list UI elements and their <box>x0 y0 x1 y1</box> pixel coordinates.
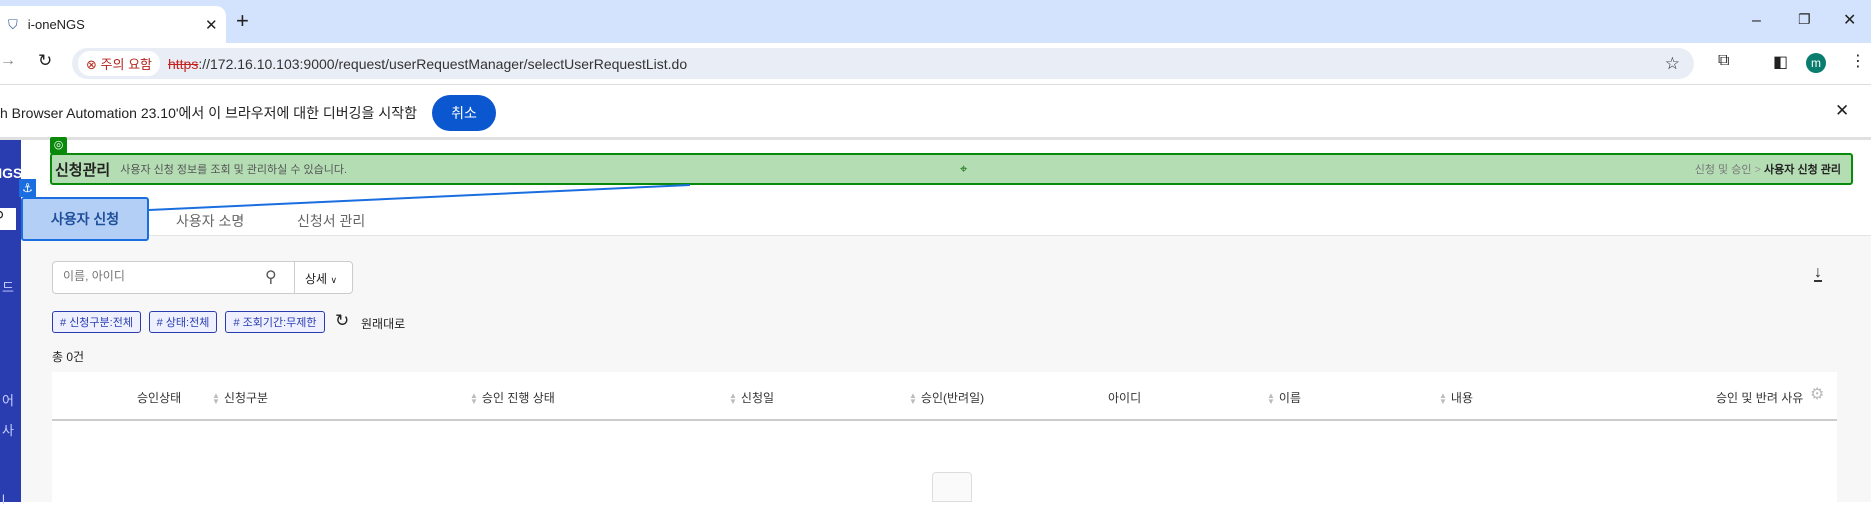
empty-inbox-icon <box>932 472 972 502</box>
table-header: 승인상태 ▲ ▼ 신청구분 ▲ ▼ 승인 진행 상태 ▲ ▼ 신청일 ▲ ▼ 승인(반려일) 아… <box>52 372 1837 421</box>
search-icon[interactable]: ⚲ <box>265 267 277 287</box>
tab-form-management[interactable]: 신청서 관리 <box>297 211 365 231</box>
search-input[interactable] <box>63 269 263 283</box>
column-settings-gear-icon[interactable]: ⚙ <box>1810 384 1824 404</box>
sort-icon: ▲ ▼ <box>1439 390 1447 406</box>
col-request-type[interactable]: ▲ ▼ 신청구분 <box>212 389 268 406</box>
col-progress-status[interactable]: ▲ ▼ 승인 진행 상태 <box>470 389 555 406</box>
tab-user-explanation[interactable]: 사용자 소명 <box>176 211 244 231</box>
filter-tag-status[interactable]: # 상태:전체 <box>149 311 217 333</box>
filter-tag-period[interactable]: # 조회기간:무제한 <box>225 311 325 333</box>
sort-icon: ▲ ▼ <box>1267 390 1275 406</box>
col-request-date[interactable]: ▲ ▼ 신청일 <box>729 389 774 406</box>
sort-icon: ▲ ▼ <box>470 390 478 406</box>
col-content[interactable]: ▲ ▼ 내용 <box>1439 389 1473 406</box>
col-reason: 승인 및 반려 사유 <box>1716 391 1804 405</box>
col-approval-date[interactable]: ▲ ▼ 승인(반려일) <box>909 389 984 406</box>
reset-icon[interactable]: ↻ <box>335 311 349 331</box>
request-table: 승인상태 ▲ ▼ 신청구분 ▲ ▼ 승인 진행 상태 ▲ ▼ 신청일 ▲ ▼ 승인(반려일) 아… <box>52 372 1837 502</box>
detail-label: 상세 <box>305 272 328 286</box>
chevron-down-icon: ∨ <box>330 275 338 285</box>
sort-icon: ▲ ▼ <box>212 390 220 406</box>
reset-button[interactable]: 원래대로 <box>361 315 405 332</box>
filter-tag-type[interactable]: # 신청구분:전체 <box>52 311 141 333</box>
search-box: ⚲ 상세 ∨ <box>52 261 353 294</box>
sort-icon: ▲ ▼ <box>729 390 737 406</box>
col-id: 아이디 <box>1108 391 1142 405</box>
sort-icon: ▲ ▼ <box>909 390 917 406</box>
tab-user-request[interactable]: 사용자 신청 <box>21 197 149 241</box>
total-count: 총 0건 <box>52 350 85 364</box>
col-approval-status: 승인상태 <box>137 391 182 405</box>
tab-label: 사용자 신청 <box>50 211 120 227</box>
col-name[interactable]: ▲ ▼ 이름 <box>1267 389 1301 406</box>
download-icon[interactable]: ↓ <box>1814 265 1822 282</box>
detail-dropdown[interactable]: 상세 ∨ <box>305 270 337 287</box>
